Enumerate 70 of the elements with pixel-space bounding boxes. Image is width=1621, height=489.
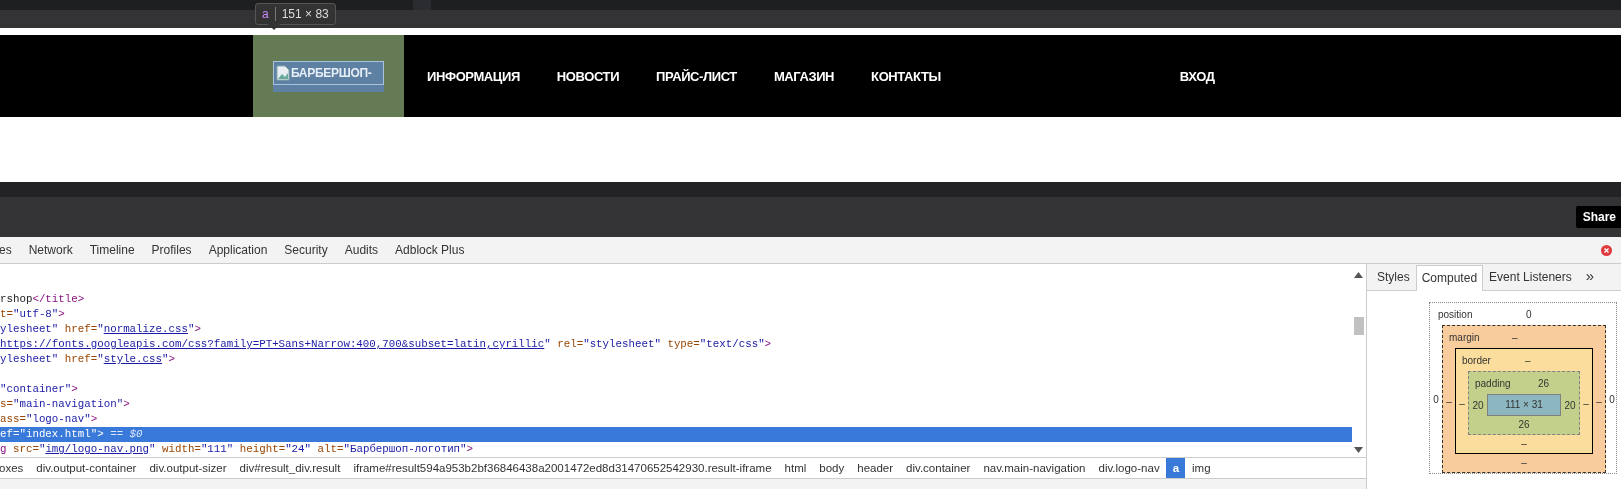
box-value: 20 [1563,399,1577,411]
box-value: 0 [1432,393,1440,405]
breadcrumb[interactable]: header [850,458,900,478]
box-value: – [1445,395,1453,407]
devtools-tab[interactable]: es [0,243,12,257]
devtools-tab[interactable]: Network [28,243,73,257]
breadcrumb[interactable]: a [1165,458,1186,478]
devtools-tab[interactable]: Adblock Plus [395,243,465,257]
box-value: – [1521,457,1527,468]
code-line[interactable]: ylesheet" href="normalize.css"> [0,322,1352,337]
share-button[interactable]: Share [1575,206,1621,228]
box-value: 20 [1471,399,1485,411]
sidebar-tab[interactable]: Computed [1415,265,1484,291]
nav-link[interactable]: НОВОСТИ [556,68,620,84]
more-tabs-button[interactable]: » [1577,267,1601,290]
login-link[interactable]: ВХОД [1179,68,1215,84]
breadcrumb[interactable]: img [1185,458,1217,478]
breadcrumb[interactable]: div.logo-nav [1091,458,1166,478]
breadcrumb[interactable]: div.container [899,458,977,478]
breadcrumb[interactable]: body [812,458,851,478]
box-value: – [1521,438,1527,449]
breadcrumb[interactable]: div.output-sizer [142,458,233,478]
code-line[interactable]: "container"> [0,367,1352,397]
code-line[interactable]: ass="logo-nav"> [0,412,1352,427]
breadcrumb[interactable]: oxes [0,458,30,478]
code-line[interactable]: https://fonts.googleapis.com/css?family=PT+Sans+Narrow:400,700&subset=latin,cyrillic" rel="stylesheet" type="text/css"> [0,337,1352,352]
tooltip-tag: a [262,7,269,21]
devtools-tab[interactable]: Application [208,243,268,257]
error-icon[interactable] [1601,245,1612,256]
box-label: padding [1474,377,1512,389]
breadcrumb[interactable]: div#result_div.result [232,458,347,478]
box-label: border [1461,354,1492,366]
box-label: position [1437,308,1474,320]
breadcrumb[interactable]: nav.main-navigation [976,458,1092,478]
scroll-up-icon[interactable] [1354,272,1363,278]
sidebar-tab[interactable]: Styles [1371,264,1416,290]
devtools-tab[interactable]: Timeline [89,243,135,257]
breadcrumb[interactable]: html [777,458,813,478]
nav-link[interactable]: МАГАЗИН [773,68,835,84]
nav-link[interactable]: ПРАЙС-ЛИСТ [656,68,737,84]
devtools-tab[interactable]: Audits [344,243,379,257]
code-line[interactable]: g src="img/logo-nav.png" width="111" height="24" alt="Барбершоп-логотип"> [0,442,1352,457]
code-line[interactable]: rshop</title> [0,292,1352,307]
box-value: 26 [1518,419,1530,430]
scrollbar-thumb[interactable] [1354,317,1364,335]
code-line[interactable]: ylesheet" href="style.css"> [0,352,1352,367]
scroll-down-icon[interactable] [1354,447,1363,453]
logo-area[interactable]: БАРБЕРШОП- [253,35,404,117]
box-value: – [1458,397,1466,409]
nav-link[interactable]: ИНФОРМАЦИЯ [427,68,520,84]
code-line[interactable]: s="main-navigation"> [0,397,1352,412]
devtools-tab[interactable]: Profiles [151,243,192,257]
content-box: 111 × 31 [1487,394,1561,416]
box-value: – [1582,397,1590,409]
box-value: – [1595,395,1603,407]
nav-link[interactable]: КОНТАКТЫ [871,68,941,84]
box-value: – [1512,331,1518,343]
box-value: 0 [1526,308,1532,320]
box-value: – [1525,354,1531,366]
broken-image-icon [276,65,290,81]
box-value: 26 [1538,377,1550,389]
box-label: margin [1448,331,1481,343]
breadcrumb[interactable]: div.output-container [29,458,143,478]
sidebar-tab[interactable]: Event Listeners [1483,264,1578,290]
devtools-tab[interactable]: Security [284,243,328,257]
box-value: 0 [1608,393,1616,405]
code-line[interactable]: t="utf-8"> [0,307,1352,322]
image-alt-text: БАРБЕРШОП- [291,66,372,80]
tooltip-size: 151 × 83 [281,7,329,21]
breadcrumb[interactable]: iframe#result594a953b2bf36846438a2001472ed8d31470652542930.result-iframe [346,458,778,478]
